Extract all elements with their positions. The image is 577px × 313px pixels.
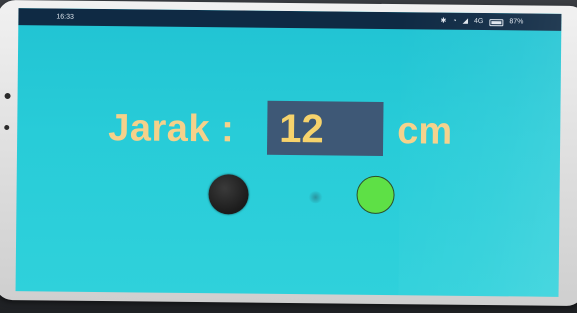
phone-side-button: [4, 124, 10, 131]
phone-side-button: [4, 92, 11, 100]
signal-icon: ◢: [462, 17, 469, 25]
distance-unit: cm: [397, 110, 453, 153]
status-time: 16:33: [56, 13, 74, 21]
battery-icon: [489, 19, 504, 27]
distance-label: Jarak :: [108, 107, 235, 151]
camera-reflection: [308, 191, 323, 204]
phone-screen: 16:33 ✱ ◔ ◢ 4G 87% Jarak : 12 cm: [15, 8, 562, 297]
distance-row: Jarak : 12 cm: [17, 94, 561, 160]
photo: › 16:33 ✱ ◔ ◢ 4G 87% Jarak : 12 cm: [0, 0, 577, 313]
distance-value-field[interactable]: 12: [266, 100, 384, 156]
distance-value: 12: [279, 106, 324, 152]
alarm-icon: ◔: [452, 17, 457, 25]
bluetooth-icon: ✱: [440, 17, 447, 25]
green-indicator-light: [356, 175, 395, 215]
status-icons: ✱ ◔ ◢ 4G 87%: [440, 13, 523, 31]
network-type: 4G: [473, 17, 484, 26]
battery-percent: 87%: [509, 18, 524, 26]
black-indicator-light: [208, 174, 249, 215]
